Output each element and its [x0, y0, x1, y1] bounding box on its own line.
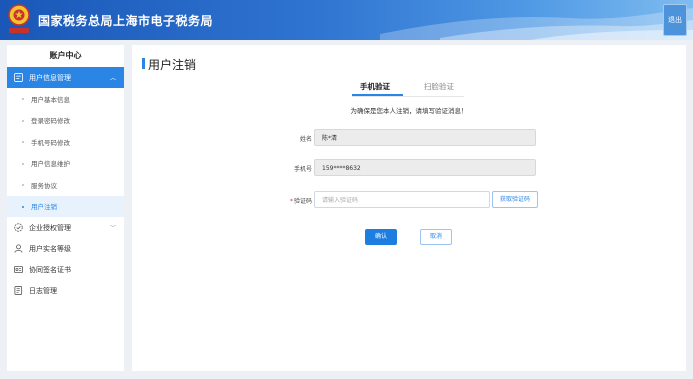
menu-label: 日志管理	[29, 286, 57, 295]
site-title: 国家税务总局上海市电子税务局	[38, 14, 214, 28]
menu-real-name-level[interactable]: 用户实名等级	[7, 238, 124, 259]
menu-label: 企业授权管理	[29, 223, 71, 232]
exit-button[interactable]: 退出	[663, 4, 687, 36]
tab-divider	[352, 96, 464, 97]
header-wave-decoration	[380, 8, 693, 40]
required-mark: *	[289, 198, 293, 205]
cancel-button[interactable]: 取消	[420, 229, 452, 245]
name-label: 姓名	[299, 136, 312, 143]
submenu-item-basic-info[interactable]: 用户基本信息	[7, 88, 124, 110]
submenu-label: 手机号码修改	[31, 138, 70, 147]
tab-sms-verification[interactable]: 手机验证	[360, 81, 390, 92]
phone-field: 159****8632	[314, 159, 536, 176]
submenu-item-deregister[interactable]: 用户注销	[7, 195, 124, 217]
submenu-item-password[interactable]: 登录密码修改	[7, 110, 124, 132]
menu-label: 协同签名证书	[29, 265, 71, 274]
chevron-down-icon: ﹀	[109, 225, 116, 232]
code-label-wrap: *验证码	[242, 196, 312, 205]
submenu-label: 用户注销	[31, 203, 57, 212]
code-label: 验证码	[293, 198, 312, 205]
page-title: 用户注销	[148, 58, 197, 72]
tax-emblem-icon	[8, 4, 30, 33]
submenu-label: 服务协议	[31, 181, 57, 190]
tab-face-verification[interactable]: 扫脸验证	[424, 81, 454, 92]
submenu-item-service-agreement[interactable]: 服务协议	[7, 174, 124, 196]
phone-label: 手机号	[293, 166, 312, 173]
menu-enterprise-authorization[interactable]: 企业授权管理 ﹀	[7, 217, 124, 238]
user-info-icon	[13, 73, 23, 83]
get-code-button[interactable]: 获取验证码	[492, 191, 538, 208]
site-header: 国家税务总局上海市电子税务局 退出	[0, 0, 693, 40]
verification-code-input[interactable]: 请输入验证码	[314, 191, 490, 208]
submenu-item-info-maintenance[interactable]: 用户信息维护	[7, 153, 124, 175]
sidebar-title: 账户中心	[49, 51, 82, 60]
submenu-label: 登录密码修改	[31, 117, 70, 126]
menu-label: 用户信息管理	[29, 73, 71, 82]
main-panel: 用户注销 手机验证 扫脸验证 为确保是您本人注销，请填写验证消息！ 姓名 陈*清…	[132, 45, 686, 371]
user-icon	[13, 244, 23, 254]
certificate-icon	[13, 265, 23, 275]
active-tab-indicator	[352, 94, 403, 96]
name-field: 陈*清	[314, 129, 536, 146]
authorization-icon	[13, 223, 23, 233]
submenu-label: 用户基本信息	[31, 95, 70, 104]
chevron-up-icon: ︿	[109, 75, 116, 82]
sidebar: 账户中心 用户信息管理 ︿ 用户基本信息 登录密码修改 手机号码修改 用户信息维…	[7, 45, 124, 371]
submenu-item-phone[interactable]: 手机号码修改	[7, 131, 124, 153]
title-accent-bar	[142, 58, 145, 69]
menu-label: 用户实名等级	[29, 244, 71, 253]
confirm-button[interactable]: 确认	[365, 229, 397, 245]
notice-text: 为确保是您本人注销，请填写验证消息！	[350, 107, 468, 115]
log-icon	[13, 286, 23, 296]
menu-log-management[interactable]: 日志管理	[7, 280, 124, 301]
menu-signature-certificate[interactable]: 协同签名证书	[7, 259, 124, 280]
menu-user-info-management[interactable]: 用户信息管理 ︿	[7, 67, 124, 88]
submenu-label: 用户信息维护	[31, 160, 70, 169]
